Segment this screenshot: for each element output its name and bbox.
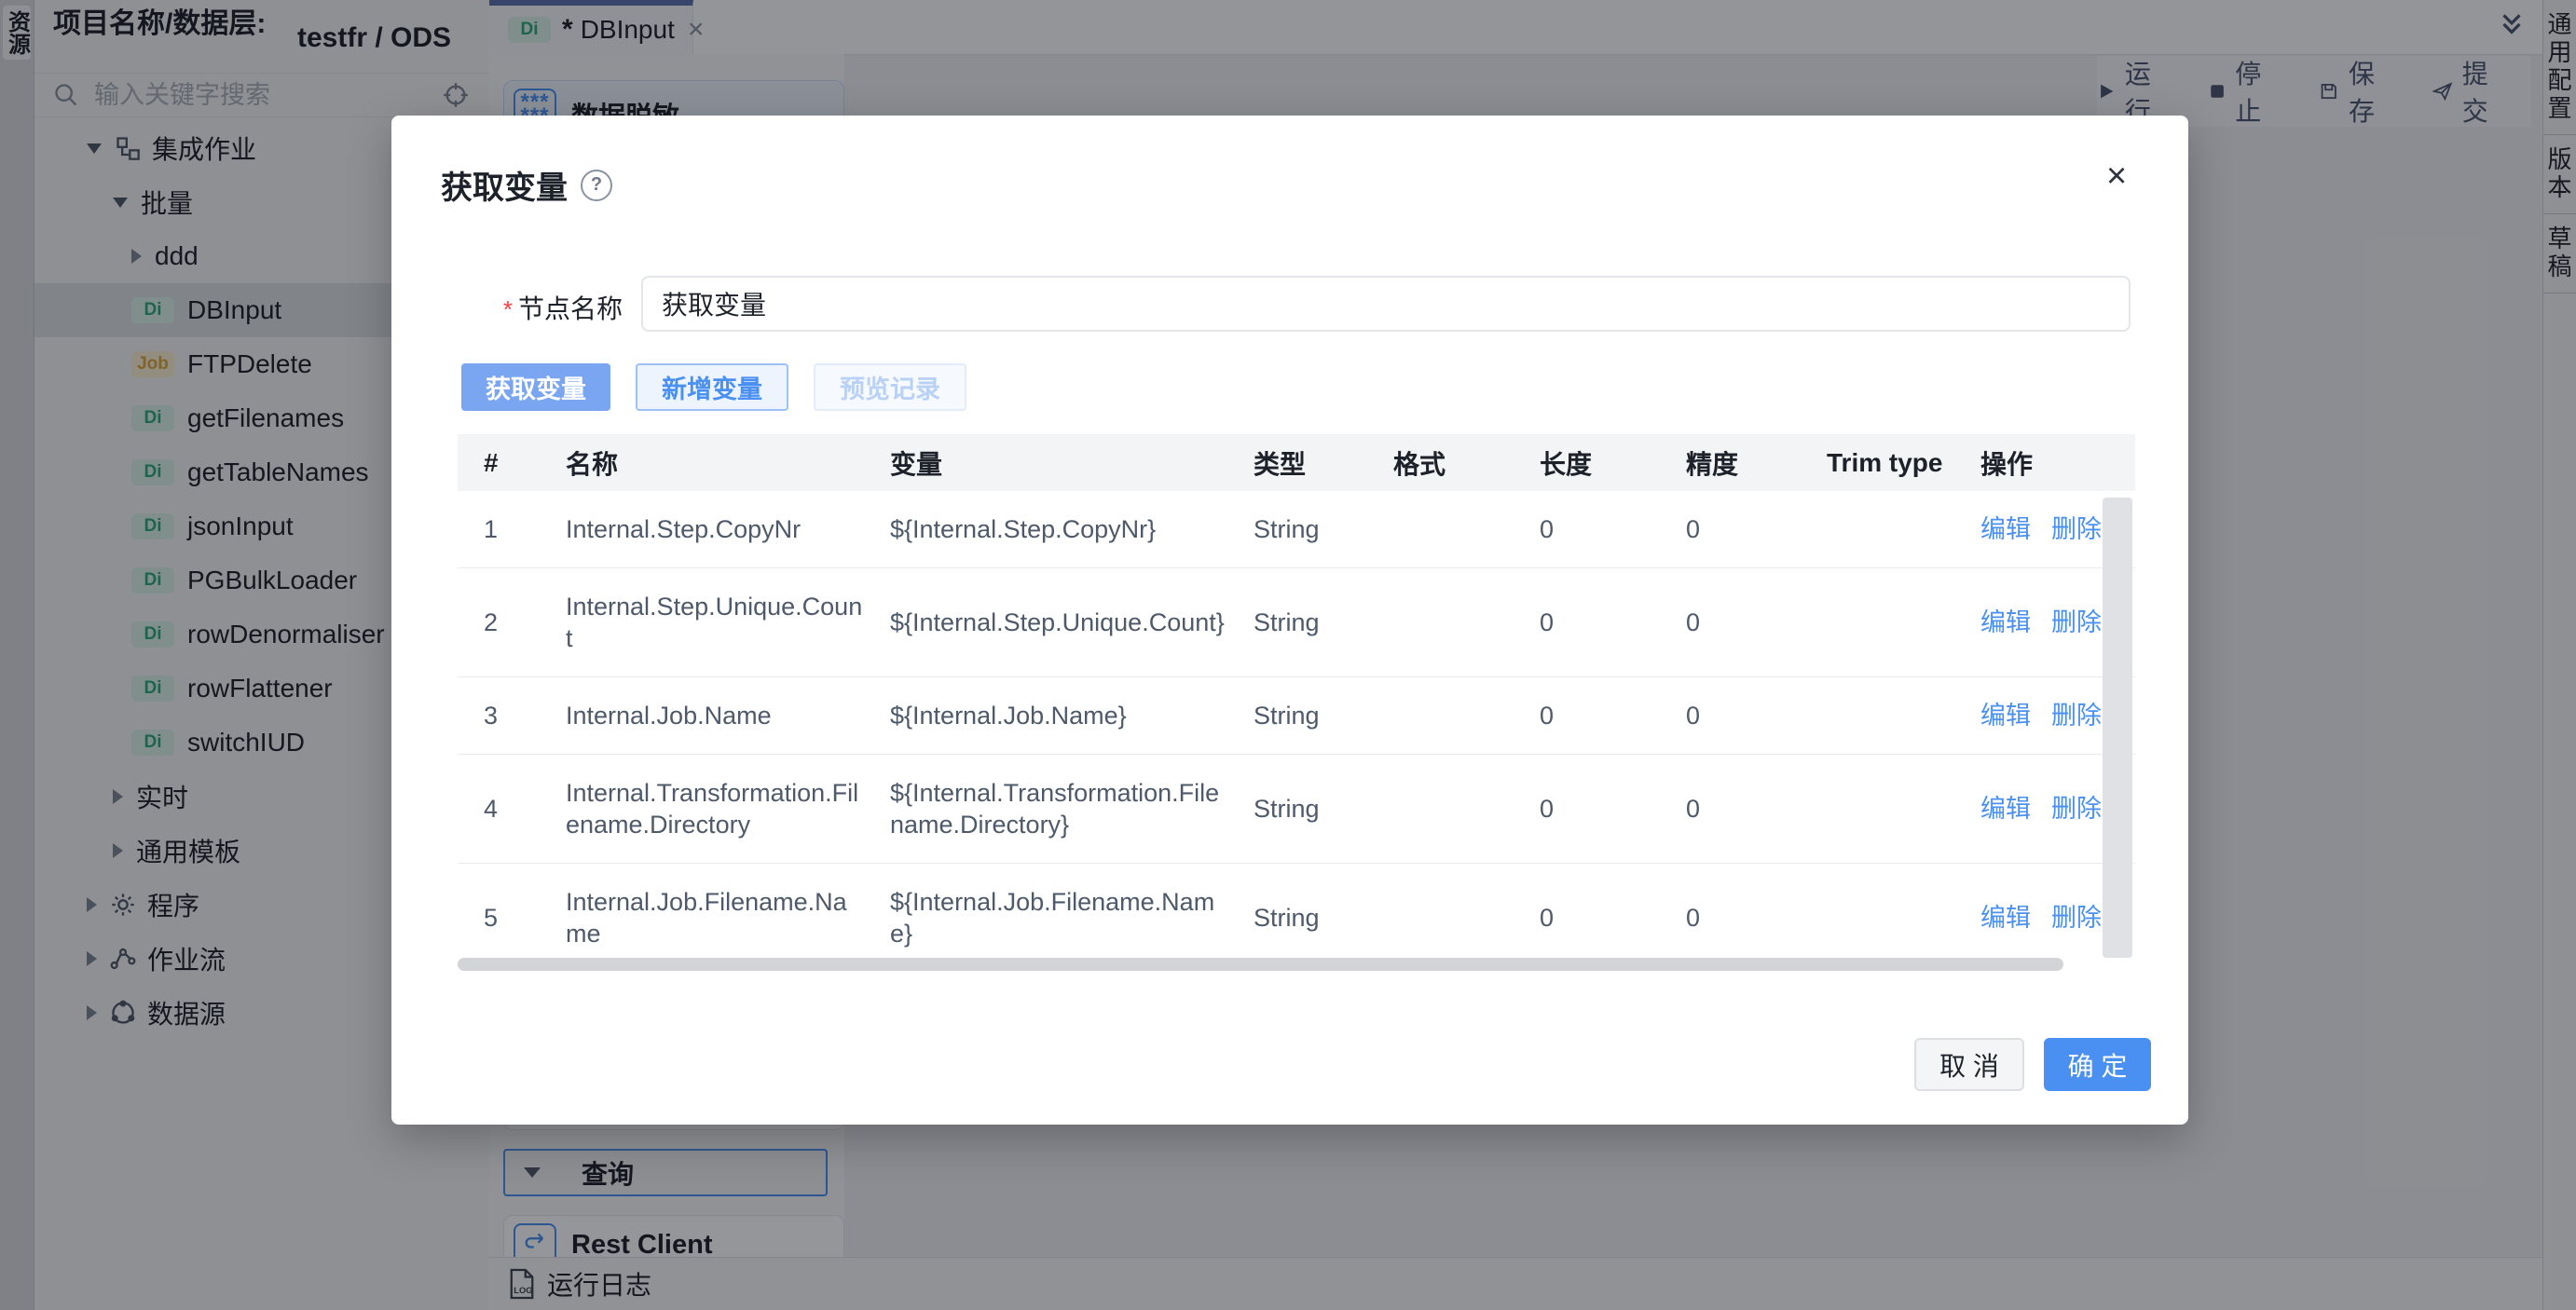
cell-variable: ${Internal.Step.CopyNr} bbox=[864, 491, 1227, 567]
cell-trim bbox=[1801, 693, 1954, 738]
cell-index: 4 bbox=[458, 771, 540, 847]
cell-precision: 0 bbox=[1660, 771, 1801, 847]
cell-length: 0 bbox=[1514, 677, 1660, 754]
cancel-button[interactable]: 取 消 bbox=[1914, 1038, 2024, 1091]
cell-variable: ${Internal.Step.Unique.Count} bbox=[864, 584, 1227, 661]
cell-format bbox=[1367, 600, 1514, 645]
get-variables-dialog: 获取变量 ? × *节点名称 获取变量 新增变量 预览记录 # 名称 变量 类型… bbox=[391, 116, 2188, 1125]
cell-type: String bbox=[1227, 584, 1367, 661]
table-row: 1 Internal.Step.CopyNr ${Internal.Step.C… bbox=[458, 491, 2135, 568]
table-header-row: # 名称 变量 类型 格式 长度 精度 Trim type 操作 bbox=[458, 434, 2135, 491]
cell-type: String bbox=[1227, 771, 1367, 847]
edit-link[interactable]: 编辑 bbox=[1980, 904, 2031, 932]
col-length: 长度 bbox=[1514, 444, 1660, 482]
cell-trim bbox=[1801, 895, 1954, 940]
required-mark: * bbox=[503, 295, 513, 323]
cell-type: String bbox=[1227, 491, 1367, 567]
node-name-label-text: 节点名称 bbox=[518, 294, 623, 323]
dialog-title: 获取变量 ? bbox=[441, 162, 612, 208]
table-horizontal-scrollbar[interactable] bbox=[458, 958, 2063, 971]
col-name: 名称 bbox=[540, 444, 864, 482]
cell-length: 0 bbox=[1514, 491, 1660, 567]
cell-variable: ${Internal.Job.Name} bbox=[864, 677, 1227, 754]
cell-index: 3 bbox=[458, 677, 540, 754]
cell-trim bbox=[1801, 786, 1954, 831]
delete-link[interactable]: 删除 bbox=[2051, 608, 2102, 636]
dialog-footer: 取 消 确 定 bbox=[391, 1038, 2188, 1091]
add-variable-button[interactable]: 新增变量 bbox=[636, 363, 788, 411]
table-vertical-scrollbar[interactable] bbox=[2103, 498, 2132, 958]
col-index: # bbox=[458, 448, 540, 478]
dialog-title-text: 获取变量 bbox=[441, 162, 568, 208]
cell-type: String bbox=[1227, 880, 1367, 956]
variables-table: # 名称 变量 类型 格式 长度 精度 Trim type 操作 1 Inter… bbox=[458, 434, 2135, 971]
cell-variable: ${Internal.Job.Filename.Name} bbox=[864, 864, 1227, 971]
node-name-label: *节点名称 bbox=[391, 289, 623, 326]
dialog-action-buttons: 获取变量 新增变量 预览记录 bbox=[461, 363, 966, 411]
cell-name: Internal.Transformation.Filename.Directo… bbox=[540, 755, 864, 863]
cell-index: 1 bbox=[458, 491, 540, 567]
cell-name: Internal.Step.Unique.Count bbox=[540, 568, 864, 676]
edit-link[interactable]: 编辑 bbox=[1980, 608, 2031, 636]
cell-format bbox=[1367, 895, 1514, 940]
table-row: 5 Internal.Job.Filename.Name ${Internal.… bbox=[458, 864, 2135, 971]
cell-name: Internal.Job.Filename.Name bbox=[540, 864, 864, 971]
col-type: 类型 bbox=[1227, 444, 1367, 482]
cell-precision: 0 bbox=[1660, 491, 1801, 567]
col-variable: 变量 bbox=[864, 444, 1227, 482]
edit-link[interactable]: 编辑 bbox=[1980, 702, 2031, 730]
cell-trim bbox=[1801, 507, 1954, 552]
edit-link[interactable]: 编辑 bbox=[1980, 515, 2031, 543]
cell-format bbox=[1367, 786, 1514, 831]
fetch-variables-button[interactable]: 获取变量 bbox=[461, 363, 610, 411]
cell-precision: 0 bbox=[1660, 880, 1801, 956]
col-format: 格式 bbox=[1367, 444, 1514, 482]
cell-variable: ${Internal.Transformation.Filename.Direc… bbox=[864, 755, 1227, 863]
cell-format bbox=[1367, 507, 1514, 552]
col-precision: 精度 bbox=[1660, 444, 1801, 482]
node-name-input[interactable] bbox=[641, 276, 2131, 332]
cell-format bbox=[1367, 693, 1514, 738]
cell-type: String bbox=[1227, 677, 1367, 754]
table-row: 3 Internal.Job.Name ${Internal.Job.Name}… bbox=[458, 677, 2135, 755]
delete-link[interactable]: 删除 bbox=[2051, 904, 2102, 932]
cell-index: 2 bbox=[458, 584, 540, 661]
cell-precision: 0 bbox=[1660, 677, 1801, 754]
cell-trim bbox=[1801, 600, 1954, 645]
preview-records-button: 预览记录 bbox=[814, 363, 966, 411]
delete-link[interactable]: 删除 bbox=[2051, 515, 2102, 543]
delete-link[interactable]: 删除 bbox=[2051, 795, 2102, 823]
close-icon[interactable]: × bbox=[2106, 157, 2127, 197]
cell-name: Internal.Step.CopyNr bbox=[540, 491, 864, 567]
col-trim-type: Trim type bbox=[1801, 448, 1954, 478]
table-row: 2 Internal.Step.Unique.Count ${Internal.… bbox=[458, 568, 2135, 677]
cell-precision: 0 bbox=[1660, 584, 1801, 661]
edit-link[interactable]: 编辑 bbox=[1980, 795, 2031, 823]
cell-length: 0 bbox=[1514, 584, 1660, 661]
table-row: 4 Internal.Transformation.Filename.Direc… bbox=[458, 755, 2135, 864]
app-window: 资源 项目名称/数据层: testfr / ODS 集成作业 批量 ddd bbox=[0, 0, 2576, 1310]
cell-length: 0 bbox=[1514, 771, 1660, 847]
col-actions: 操作 bbox=[1954, 444, 2135, 482]
cell-index: 5 bbox=[458, 880, 540, 956]
cell-name: Internal.Job.Name bbox=[540, 677, 864, 754]
delete-link[interactable]: 删除 bbox=[2051, 702, 2102, 730]
help-icon[interactable]: ? bbox=[581, 170, 612, 201]
ok-button[interactable]: 确 定 bbox=[2044, 1038, 2151, 1091]
cell-length: 0 bbox=[1514, 880, 1660, 956]
